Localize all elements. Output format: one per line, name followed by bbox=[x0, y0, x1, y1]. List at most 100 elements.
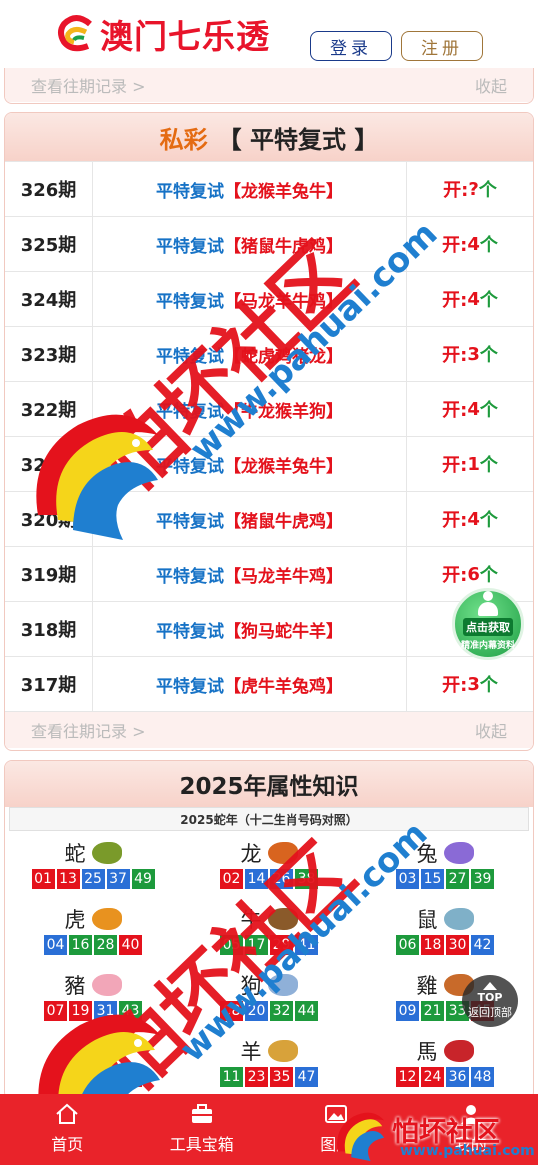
zodiac-name: 虎 bbox=[64, 908, 86, 932]
zodiac-number: 38 bbox=[295, 869, 318, 889]
open-value: 3 bbox=[467, 673, 480, 695]
issue-number: 324期 bbox=[5, 272, 93, 326]
open-value: ? bbox=[468, 178, 479, 200]
dog-icon bbox=[267, 974, 298, 996]
zodiac-number: 34 bbox=[94, 1067, 117, 1087]
open-result: 开: 4 个 bbox=[407, 286, 533, 312]
open-unit: 个 bbox=[478, 180, 497, 201]
register-button[interactable]: 注册 bbox=[401, 31, 483, 61]
gallery-icon bbox=[325, 1105, 348, 1123]
zodiac-numbers: 08 20 32 44 bbox=[220, 1001, 318, 1021]
nav-item-gallery[interactable]: 图库 bbox=[269, 1094, 404, 1165]
back-to-top-label: 返回顶部 bbox=[468, 1006, 512, 1019]
get-info-float-button[interactable]: 点击获取 精准内幕资料 bbox=[452, 588, 524, 660]
zodiac-number: 02 bbox=[220, 869, 243, 889]
nav-label: 图库 bbox=[320, 1135, 353, 1154]
rabbit-icon bbox=[443, 842, 474, 864]
zodiac-numbers: 07 19 31 43 bbox=[44, 1001, 142, 1021]
zodiac-number: 26 bbox=[270, 869, 293, 889]
zodiac-numbers: 10 22 34 46 bbox=[44, 1067, 142, 1087]
prediction-cell[interactable]: 平特复试 【马龙羊牛鸡】 bbox=[93, 272, 407, 326]
site-logo[interactable]: 澳门七乐透 bbox=[56, 10, 270, 58]
open-result: 开:? 个 bbox=[407, 176, 533, 202]
open-value: 1 bbox=[467, 453, 480, 475]
prediction-zodiacs: 【狗马蛇牛羊】 bbox=[224, 621, 343, 642]
prediction-cell[interactable]: 平特复试 【狗马蛇牛羊】 bbox=[93, 602, 407, 656]
prediction-label: 平特复试 bbox=[156, 346, 224, 367]
zodiac-numbers: 01 13 25 37 49 bbox=[31, 869, 155, 889]
zodiac-number: 47 bbox=[295, 1067, 318, 1087]
zodiac-number: 09 bbox=[396, 1001, 419, 1021]
zodiac-name: 馬 bbox=[416, 1040, 438, 1064]
collapse-link[interactable]: 收起 bbox=[475, 718, 507, 742]
zodiac-number: 04 bbox=[44, 935, 67, 955]
open-value: 4 bbox=[467, 288, 480, 310]
table-row: 321期 平特复试 【龙猴羊兔牛】 开: 1 个 bbox=[5, 437, 533, 492]
open-unit: 个 bbox=[479, 455, 498, 476]
open-prefix: 开: bbox=[442, 345, 468, 366]
zodiac-number: 23 bbox=[245, 1067, 268, 1087]
zodiac-numbers: 12 24 36 48 bbox=[396, 1067, 494, 1087]
prediction-label: 平特复试 bbox=[156, 401, 224, 422]
zodiac-number: 49 bbox=[131, 869, 155, 889]
view-history-link[interactable]: 查看往期记录 > bbox=[31, 718, 146, 742]
nav-label: 工具宝箱 bbox=[169, 1135, 234, 1154]
prediction-label: 平特复试 bbox=[156, 236, 224, 257]
prediction-zodiacs: 【牛龙猴羊狗】 bbox=[224, 401, 343, 422]
table-row: 325期 平特复试 【猪鼠牛虎鸡】 开: 4 个 bbox=[5, 217, 533, 272]
zodiac-number: 05 bbox=[220, 935, 243, 955]
open-unit: 个 bbox=[479, 565, 498, 586]
zodiac-number: 39 bbox=[471, 869, 494, 889]
issue-number: 319期 bbox=[5, 547, 93, 601]
prediction-cell[interactable]: 平特复试 【虎牛羊兔鸡】 bbox=[93, 657, 407, 711]
open-result: 开: 3 个 bbox=[407, 671, 533, 697]
prediction-zodiacs: 【蛇虎鸡猪龙】 bbox=[224, 346, 343, 367]
prediction-cell[interactable]: 平特复试 【猪鼠牛虎鸡】 bbox=[93, 217, 407, 271]
zodiac-cell: 狗 08 20 32 44 bbox=[181, 969, 357, 1035]
prediction-cell[interactable]: 平特复试 【龙猴羊兔牛】 bbox=[93, 437, 407, 491]
monkey-icon bbox=[91, 1040, 122, 1062]
zodiac-number: 16 bbox=[69, 935, 92, 955]
prediction-zodiacs: 【龙猴羊兔牛】 bbox=[224, 456, 343, 477]
zodiac-number: 08 bbox=[220, 1001, 243, 1021]
zodiac-number: 10 bbox=[44, 1067, 67, 1087]
prediction-cell[interactable]: 平特复试 【猪鼠牛虎鸡】 bbox=[93, 492, 407, 546]
zodiac-header: 鼠 bbox=[417, 903, 474, 935]
prediction-cell[interactable]: 平特复试 【蛇虎鸡猪龙】 bbox=[93, 327, 407, 381]
zodiac-numbers: 03 15 27 39 bbox=[396, 869, 494, 889]
float-button-line2: 精准内幕资料 bbox=[460, 641, 515, 651]
collapse-link[interactable]: 收起 bbox=[475, 73, 507, 97]
zodiac-number: 36 bbox=[446, 1067, 469, 1087]
open-unit: 个 bbox=[479, 290, 498, 311]
zodiac-header: 豬 bbox=[65, 969, 122, 1001]
section-title: 私彩 【 平特复式 】 bbox=[5, 113, 533, 161]
zodiac-header: 龙 bbox=[241, 837, 298, 869]
login-button[interactable]: 登录 bbox=[310, 31, 392, 61]
table-row: 323期 平特复试 【蛇虎鸡猪龙】 开: 3 个 bbox=[5, 327, 533, 382]
prediction-cell[interactable]: 平特复试 【牛龙猴羊狗】 bbox=[93, 382, 407, 436]
zodiac-number: 32 bbox=[270, 1001, 293, 1021]
prediction-cell[interactable]: 平特复试 【龙猴羊兔牛】 bbox=[93, 162, 407, 216]
pig-icon bbox=[91, 974, 122, 996]
zodiac-numbers: 04 16 28 40 bbox=[44, 935, 142, 955]
section-title-main: 【 平特复式 】 bbox=[217, 125, 379, 154]
zodiac-name: 兔 bbox=[416, 842, 438, 866]
prediction-zodiacs: 【猪鼠牛虎鸡】 bbox=[224, 511, 343, 532]
nav-item-toolbox[interactable]: 工具宝箱 bbox=[135, 1094, 270, 1165]
back-to-top-button[interactable]: TOP 返回顶部 bbox=[462, 975, 518, 1027]
zodiac-cell: 豬 07 19 31 43 bbox=[5, 969, 181, 1035]
prediction-label: 平特复试 bbox=[156, 566, 224, 587]
zodiac-header: 羊 bbox=[241, 1035, 298, 1067]
open-value: 6 bbox=[467, 563, 480, 585]
table-row: 319期 平特复试 【马龙羊牛鸡】 开: 6 个 bbox=[5, 547, 533, 602]
zodiac-cell: 馬 12 24 36 48 bbox=[357, 1035, 533, 1099]
back-to-top-top: TOP bbox=[477, 991, 503, 1004]
zodiac-number: 29 bbox=[270, 935, 293, 955]
view-history-link[interactable]: 查看往期记录 > bbox=[31, 73, 146, 97]
nav-item-home[interactable]: 首页 bbox=[0, 1094, 135, 1165]
rat-icon bbox=[443, 908, 474, 930]
open-prefix: 开: bbox=[442, 235, 468, 256]
issue-number: 325期 bbox=[5, 217, 93, 271]
prediction-cell[interactable]: 平特复试 【马龙羊牛鸡】 bbox=[93, 547, 407, 601]
zodiac-number: 40 bbox=[119, 935, 142, 955]
